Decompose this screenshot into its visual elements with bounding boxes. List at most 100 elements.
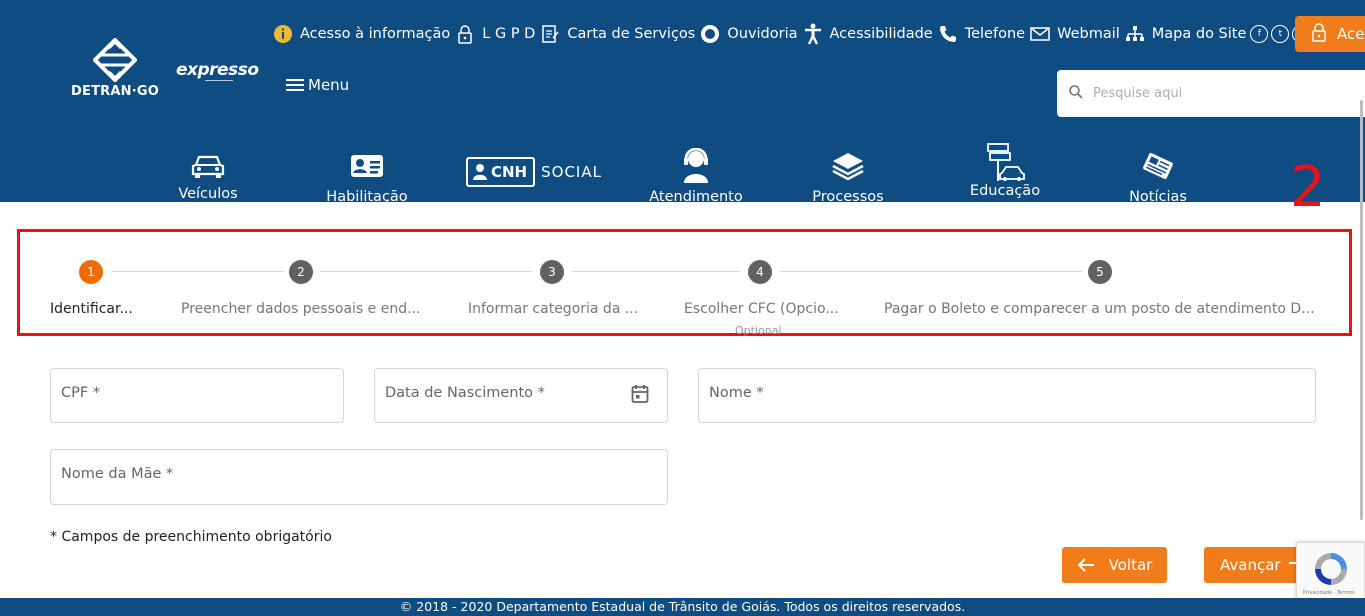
document-icon <box>539 23 561 45</box>
step-1-label[interactable]: Identificar... <box>50 301 133 317</box>
nav-item-processos[interactable]: Processos <box>808 146 888 205</box>
attendant-icon <box>646 146 746 186</box>
topbar-label: Telefone <box>964 26 1026 42</box>
detran-logo-text: DETRAN·GO <box>71 84 159 99</box>
ouvidoria-icon <box>699 23 721 45</box>
search-icon <box>1069 84 1083 103</box>
arrow-left-icon <box>1077 553 1095 577</box>
page-scrollbar[interactable] <box>1360 100 1363 520</box>
step-2-label[interactable]: Preencher dados pessoais e end... <box>181 301 420 317</box>
sitemap-icon <box>1124 23 1146 45</box>
phone-icon <box>937 23 959 45</box>
nav-item-noticias[interactable]: Notícias <box>1122 146 1194 205</box>
topbar-acesso-informacao[interactable]: Acesso à informação <box>272 23 450 45</box>
page: { "brand": { "logo_text": "DETRAN·GO", "… <box>0 0 1365 616</box>
cnh-social-logo: CNH <box>466 157 536 187</box>
step-2-number[interactable]: 2 <box>289 260 313 284</box>
back-button-label: Voltar <box>1108 556 1153 574</box>
hamburger-icon <box>286 76 304 94</box>
person-icon <box>473 164 487 180</box>
site-footer: © 2018 - 2020 Departamento Estadual de T… <box>0 598 1365 616</box>
required-fields-note: * Campos de preenchimento obrigatório <box>50 529 332 545</box>
topbar-label: L G P D <box>482 26 536 42</box>
step-3-label[interactable]: Informar categoria da ... <box>468 301 638 317</box>
nav-item-habilitacao[interactable]: Habilitação <box>322 146 412 205</box>
topbar-label: Acessibilidade <box>829 26 933 42</box>
nav-item-educacao[interactable]: Educação <box>964 143 1046 199</box>
detran-logo[interactable]: DETRAN·GO <box>70 38 160 100</box>
step-4-optional: Optional <box>735 324 782 337</box>
stepper-highlight-box <box>17 229 1352 336</box>
step-4-number[interactable]: 4 <box>748 260 772 284</box>
detran-logo-icon <box>93 38 137 82</box>
topbar-ouvidoria[interactable]: Ouvidoria <box>699 23 798 45</box>
accessibility-icon <box>802 23 824 45</box>
topbar-label: Webmail <box>1057 26 1120 42</box>
topbar-lgpd[interactable]: L G P D <box>454 23 535 45</box>
search-box <box>1057 70 1365 117</box>
menu-label: Menu <box>308 76 350 94</box>
cnh-text: CNH <box>491 163 528 181</box>
expresso-logo[interactable]: expresso <box>176 60 259 80</box>
birth-date-label: Data de Nascimento * <box>385 385 545 401</box>
social-text: SOCIAL <box>541 163 602 181</box>
nav-label: Educação <box>969 183 1041 199</box>
recaptcha-badge[interactable]: Privacidade - Termos <box>1296 542 1365 600</box>
lock-icon <box>454 23 476 45</box>
site-header: DETRAN·GO expresso Acesso à informação L… <box>0 0 1365 205</box>
nav-label: Atendimento <box>649 189 743 205</box>
birth-date-field[interactable]: Data de Nascimento * <box>374 368 668 423</box>
nav-item-atendimento[interactable]: Atendimento <box>646 146 746 205</box>
step-connector <box>780 271 1082 272</box>
nav-item-veiculos[interactable]: Veículos <box>172 146 244 202</box>
acesso-button[interactable]: Acesso <box>1295 16 1365 52</box>
search-input[interactable] <box>1093 86 1333 101</box>
step-3-number[interactable]: 3 <box>540 260 564 284</box>
step-4-label[interactable]: Escolher CFC (Opcio... <box>684 301 839 317</box>
car-icon <box>172 146 244 186</box>
recaptcha-icon <box>1315 553 1347 585</box>
step-5-number[interactable]: 5 <box>1088 260 1112 284</box>
step-connector <box>320 271 532 272</box>
id-card-icon <box>322 146 412 186</box>
mail-icon <box>1029 23 1051 45</box>
nav-label: Notícias <box>1129 189 1187 205</box>
news-icon <box>1122 146 1194 186</box>
nav-item-cnh-social[interactable]: CNH SOCIAL <box>466 156 601 188</box>
menu-button[interactable]: Menu <box>286 76 349 94</box>
topbar-label: Carta de Serviços <box>567 26 696 42</box>
topbar-acessibilidade[interactable]: Acessibilidade <box>802 23 933 45</box>
step-connector <box>572 271 740 272</box>
topbar-telefone[interactable]: Telefone <box>937 23 1025 45</box>
nav-label: Habilitação <box>326 189 408 205</box>
name-label: Nome * <box>709 385 764 401</box>
topbar-carta-servicos[interactable]: Carta de Serviços <box>539 23 695 45</box>
step-connector <box>112 271 284 272</box>
lock-icon <box>1311 22 1327 46</box>
recaptcha-text[interactable]: Privacidade - Termos <box>1303 590 1355 596</box>
facebook-icon[interactable]: f <box>1250 25 1269 43</box>
name-field[interactable]: Nome * <box>698 368 1316 423</box>
nav-label: Processos <box>812 189 884 205</box>
expresso-underline <box>205 80 233 81</box>
cpf-label: CPF * <box>61 385 101 401</box>
back-button[interactable]: Voltar <box>1062 547 1167 583</box>
mother-name-field[interactable]: Nome da Mãe * <box>50 449 668 505</box>
step-5-label[interactable]: Pagar o Boleto e comparecer a um posto d… <box>884 301 1315 317</box>
topbar-mapa-site[interactable]: Mapa do Site <box>1124 23 1247 45</box>
topbar-webmail[interactable]: Webmail <box>1029 23 1120 45</box>
annotation-number: 2 <box>1290 155 1326 220</box>
topbar-label: Mapa do Site <box>1151 26 1247 42</box>
info-icon <box>272 23 294 45</box>
next-button-label: Avançar <box>1220 556 1281 574</box>
acesso-button-label: Acesso <box>1337 25 1365 43</box>
top-utility-bar: Acesso à informação L G P D Carta de Ser… <box>272 22 1334 46</box>
mother-name-label: Nome da Mãe * <box>61 466 174 482</box>
twitter-icon[interactable]: t <box>1271 25 1290 43</box>
cpf-field[interactable]: CPF * <box>50 368 344 423</box>
topbar-label: Acesso à informação <box>300 26 451 42</box>
step-1-number[interactable]: 1 <box>79 260 103 284</box>
calendar-icon[interactable] <box>631 384 649 408</box>
education-icon <box>964 143 1046 183</box>
nav-label: Veículos <box>178 186 238 202</box>
